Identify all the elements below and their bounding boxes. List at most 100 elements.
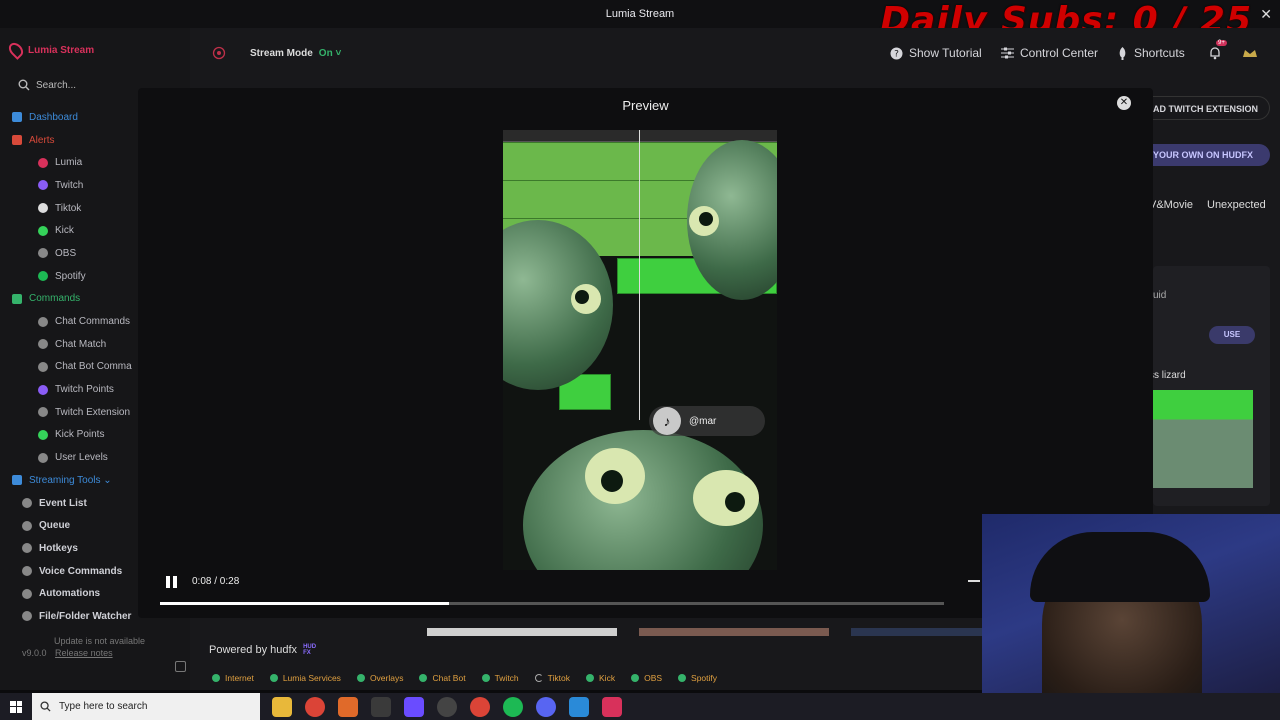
spotify-icon <box>38 271 48 282</box>
sidebar-item-label: Queue <box>39 520 71 532</box>
notification-badge: 9+ <box>1216 40 1227 46</box>
status-label: Tiktok <box>547 673 571 683</box>
chrome-icon[interactable] <box>305 696 325 717</box>
show-tutorial-button[interactable]: ? Show Tutorial <box>890 46 982 60</box>
sidebar-item-label: Twitch Points <box>55 384 114 396</box>
modal-title: Preview <box>622 98 669 113</box>
alerts-icon <box>12 135 22 146</box>
app-star-icon[interactable] <box>338 696 358 717</box>
lumia-icon <box>38 157 48 168</box>
status-tiktok[interactable]: Tiktok <box>534 673 571 683</box>
update-status: Update is not available <box>54 636 146 646</box>
search-icon <box>40 701 51 712</box>
app-f-icon[interactable] <box>569 696 589 717</box>
thumbnail-strip <box>427 628 1041 636</box>
card-title: ss lizard <box>1149 370 1186 381</box>
sidebar-item-label: Kick <box>55 225 74 237</box>
category-tag-unexpected[interactable]: Unexpected <box>1207 194 1266 216</box>
lumia-stream-icon[interactable] <box>602 696 622 717</box>
add-twitch-extension-button[interactable]: AD TWITCH EXTENSION <box>1153 96 1270 120</box>
status-label: Internet <box>225 673 254 683</box>
check-icon <box>212 674 220 682</box>
sidebar-item-label: Commands <box>29 293 81 305</box>
app-circle-icon[interactable] <box>437 696 457 717</box>
spotify-icon[interactable] <box>503 696 523 717</box>
sidebar-item-label: Kick Points <box>55 429 105 441</box>
status-lumia-services[interactable]: Lumia Services <box>269 673 341 683</box>
status-label: Spotify <box>691 673 718 683</box>
commands-icon <box>12 293 22 304</box>
video-player[interactable]: ♪ @mar <box>503 130 777 570</box>
sidebar-item-label: Spotify <box>55 270 86 282</box>
brand-name: Lumia Stream <box>28 44 95 56</box>
category-tag-movie[interactable]: V&Movie <box>1149 194 1193 216</box>
content-footer: Powered by hudfx HUD FX <box>190 618 1041 668</box>
status-kick[interactable]: Kick <box>586 673 615 683</box>
check-icon <box>631 674 640 682</box>
file-explorer-icon[interactable] <box>272 696 292 717</box>
sidebar-item-label: Chat Bot Comma <box>55 361 132 373</box>
check-icon <box>269 674 278 682</box>
use-button[interactable]: USE <box>1209 326 1255 344</box>
streaming-tools-icon <box>12 475 22 486</box>
control-center-button[interactable]: Control Center <box>1001 46 1098 60</box>
hudfx-button[interactable]: YOUR OWN ON HUDFX <box>1153 144 1270 166</box>
hotkeys-icon <box>22 543 32 554</box>
collapse-sidebar-button[interactable] <box>175 661 186 672</box>
voice-commands-icon <box>22 566 32 577</box>
dashboard-icon <box>12 112 22 123</box>
sidebar-item-label: Tiktok <box>55 202 82 214</box>
taskbar-search-placeholder: Type here to search <box>59 701 148 712</box>
app-grid-icon[interactable] <box>404 696 424 717</box>
window-close-button[interactable]: ✕ <box>1260 0 1272 28</box>
status-label: Kick <box>599 673 616 683</box>
status-twitch[interactable]: Twitch <box>481 673 519 683</box>
stream-mode-state: On ˅ <box>318 47 342 59</box>
brand-logo[interactable]: Lumia Stream <box>6 40 95 60</box>
app-x-icon[interactable] <box>371 696 391 717</box>
windows-taskbar: Type here to search <box>0 693 1280 720</box>
check-icon <box>419 674 428 682</box>
release-notes-link[interactable]: Release notes <box>55 648 113 658</box>
check-icon <box>481 674 490 682</box>
search-placeholder: Search... <box>36 79 77 91</box>
twitch-icon <box>38 180 48 191</box>
status-label: OBS <box>644 673 663 683</box>
modal-close-button[interactable]: ✕ <box>1117 96 1131 110</box>
queue-icon <box>22 520 32 531</box>
discord-icon[interactable] <box>536 696 556 717</box>
check-icon <box>678 674 687 682</box>
volume-minus-icon[interactable] <box>968 580 980 582</box>
webcam-overlay <box>982 514 1280 720</box>
status-bar: Internet Lumia Services Overlays Chat Bot Tw… <box>190 668 982 688</box>
status-spotify[interactable]: Spotify <box>678 673 717 683</box>
broadcast-icon <box>212 46 226 60</box>
sidebar-item-label: Voice Commands <box>39 565 123 577</box>
version-label: v9.0.0 <box>22 648 47 658</box>
effect-card: uid USE ss lizard <box>1149 266 1270 506</box>
start-button[interactable] <box>0 693 32 720</box>
sidebar-item-label: Dashboard <box>29 111 78 123</box>
card-snippet: uid <box>1153 290 1167 301</box>
notifications-button[interactable]: 9+ <box>1208 40 1227 60</box>
obs-icon <box>38 248 48 259</box>
status-internet[interactable]: Internet <box>212 673 254 683</box>
status-overlays[interactable]: Overlays <box>356 673 403 683</box>
shortcuts-button[interactable]: Shortcuts <box>1117 46 1185 60</box>
status-obs[interactable]: OBS <box>631 673 662 683</box>
twitch-extension-icon <box>38 407 48 418</box>
tiktok-handle: @mar <box>689 415 717 427</box>
stream-mode-toggle[interactable]: Stream Mode On ˅ <box>212 46 341 60</box>
status-label: Twitch <box>494 673 519 683</box>
sidebar-item-label: File/Folder Watcher <box>39 610 132 622</box>
status-chat-bot[interactable]: Chat Bot <box>419 673 466 683</box>
card-thumbnail[interactable] <box>1153 390 1253 488</box>
chrome-2-icon[interactable] <box>470 696 490 717</box>
check-icon <box>356 674 365 682</box>
progress-bar[interactable] <box>160 602 944 605</box>
user-avatar[interactable] <box>1242 46 1258 58</box>
time-display: 0:08 / 0:28 <box>192 576 240 587</box>
pause-button[interactable] <box>166 576 178 588</box>
status-label: Chat Bot <box>432 673 466 683</box>
taskbar-search[interactable]: Type here to search <box>32 693 260 720</box>
